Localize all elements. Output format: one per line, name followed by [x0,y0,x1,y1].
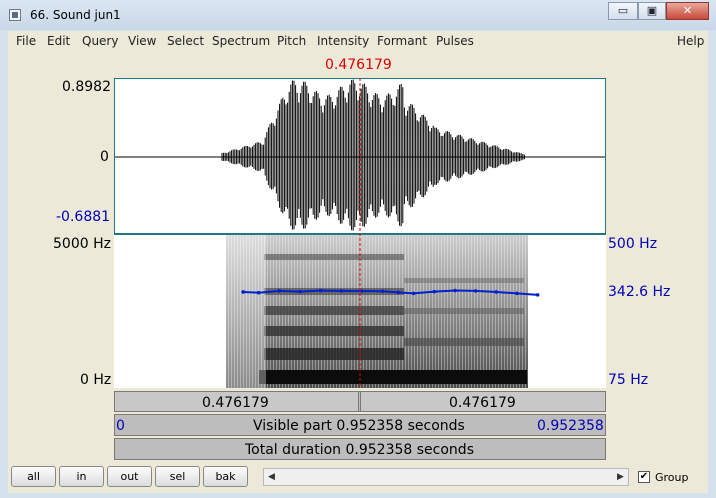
menu-pulses[interactable]: Pulses [436,34,474,48]
spectrogram-bottom-freq-label: 0 Hz [80,372,112,388]
menu-intensity[interactable]: Intensity [317,34,369,48]
waveform-min-label: -0.6881 [56,209,111,225]
menu-edit[interactable]: Edit [47,34,70,48]
minimize-button[interactable]: ▭ [608,2,638,20]
pitch-point [432,289,437,294]
close-button[interactable]: ✕ [666,2,709,20]
pitch-point [473,289,478,293]
pitch-point [256,290,261,295]
spectrogram-top-freq-label: 5000 Hz [53,236,111,252]
menu-bar: File Edit Query View Select Spectrum Pit… [8,31,708,51]
scroll-right-icon[interactable]: ▶ [613,469,628,485]
group-checkbox-label: Group [655,471,689,484]
maximize-button[interactable]: ▣ [638,2,666,20]
menu-pitch[interactable]: Pitch [277,34,306,48]
group-checkbox[interactable]: ✔ [638,471,650,483]
menu-query[interactable]: Query [82,34,118,48]
menu-select[interactable]: Select [167,34,204,48]
pitch-point [298,289,302,294]
waveform-max-label: 0.8982 [62,79,111,95]
pitch-point [453,288,457,293]
total-duration-label: Total duration 0.952358 seconds [245,442,474,458]
pitch-point [411,291,416,296]
pitch-point [360,289,364,293]
pitch-bottom-label: 75 Hz [608,372,649,388]
window-title: 66. Sound jun1 [30,8,121,22]
bottom-toolbar: all in out sel bak ◀ ▶ ✔ Group [8,463,708,493]
pitch-point [380,289,385,294]
zoom-in-button[interactable]: in [59,466,104,487]
visible-start-label: 0 [116,418,125,434]
zoom-back-button[interactable]: bak [203,466,248,487]
spectrogram-image [226,234,528,388]
sound-editor-window: 66. Sound jun1 ▭ ▣ ✕ File Edit Query Vie… [0,0,716,498]
menu-spectrum[interactable]: Spectrum [212,34,270,48]
pitch-point [396,290,400,295]
zoom-out-button[interactable]: out [107,466,152,487]
left-part-label: 0.476179 [202,395,269,411]
zoom-all-button[interactable]: all [11,466,56,487]
pitch-point [494,290,499,294]
pitch-point [339,289,344,293]
horizontal-scrollbar[interactable]: ◀ ▶ [263,468,629,486]
title-bar[interactable]: 66. Sound jun1 ▭ ▣ ✕ [0,0,716,30]
visible-end-label: 0.952358 [537,418,604,434]
zoom-selection-button[interactable]: sel [155,466,200,487]
scroll-left-icon[interactable]: ◀ [264,469,279,485]
app-icon [9,9,21,21]
menu-help[interactable]: Help [677,34,704,48]
pitch-point [515,291,519,296]
pitch-point [535,293,540,297]
pitch-point [318,288,323,293]
sound-plot[interactable] [114,78,606,388]
visible-part-label: Visible part 0.952358 seconds [253,418,465,434]
pitch-point [241,290,245,294]
pitch-current-label: 342.6 Hz [608,284,671,300]
pitch-top-label: 500 Hz [608,236,658,252]
menu-view[interactable]: View [128,34,156,48]
menu-file[interactable]: File [16,34,36,48]
cursor-time-label: 0.476179 [325,57,392,73]
menu-formant[interactable]: Formant [377,34,427,48]
right-part-label: 0.476179 [449,395,516,411]
waveform-zero-label: 0 [100,149,109,165]
pitch-point [277,289,282,293]
